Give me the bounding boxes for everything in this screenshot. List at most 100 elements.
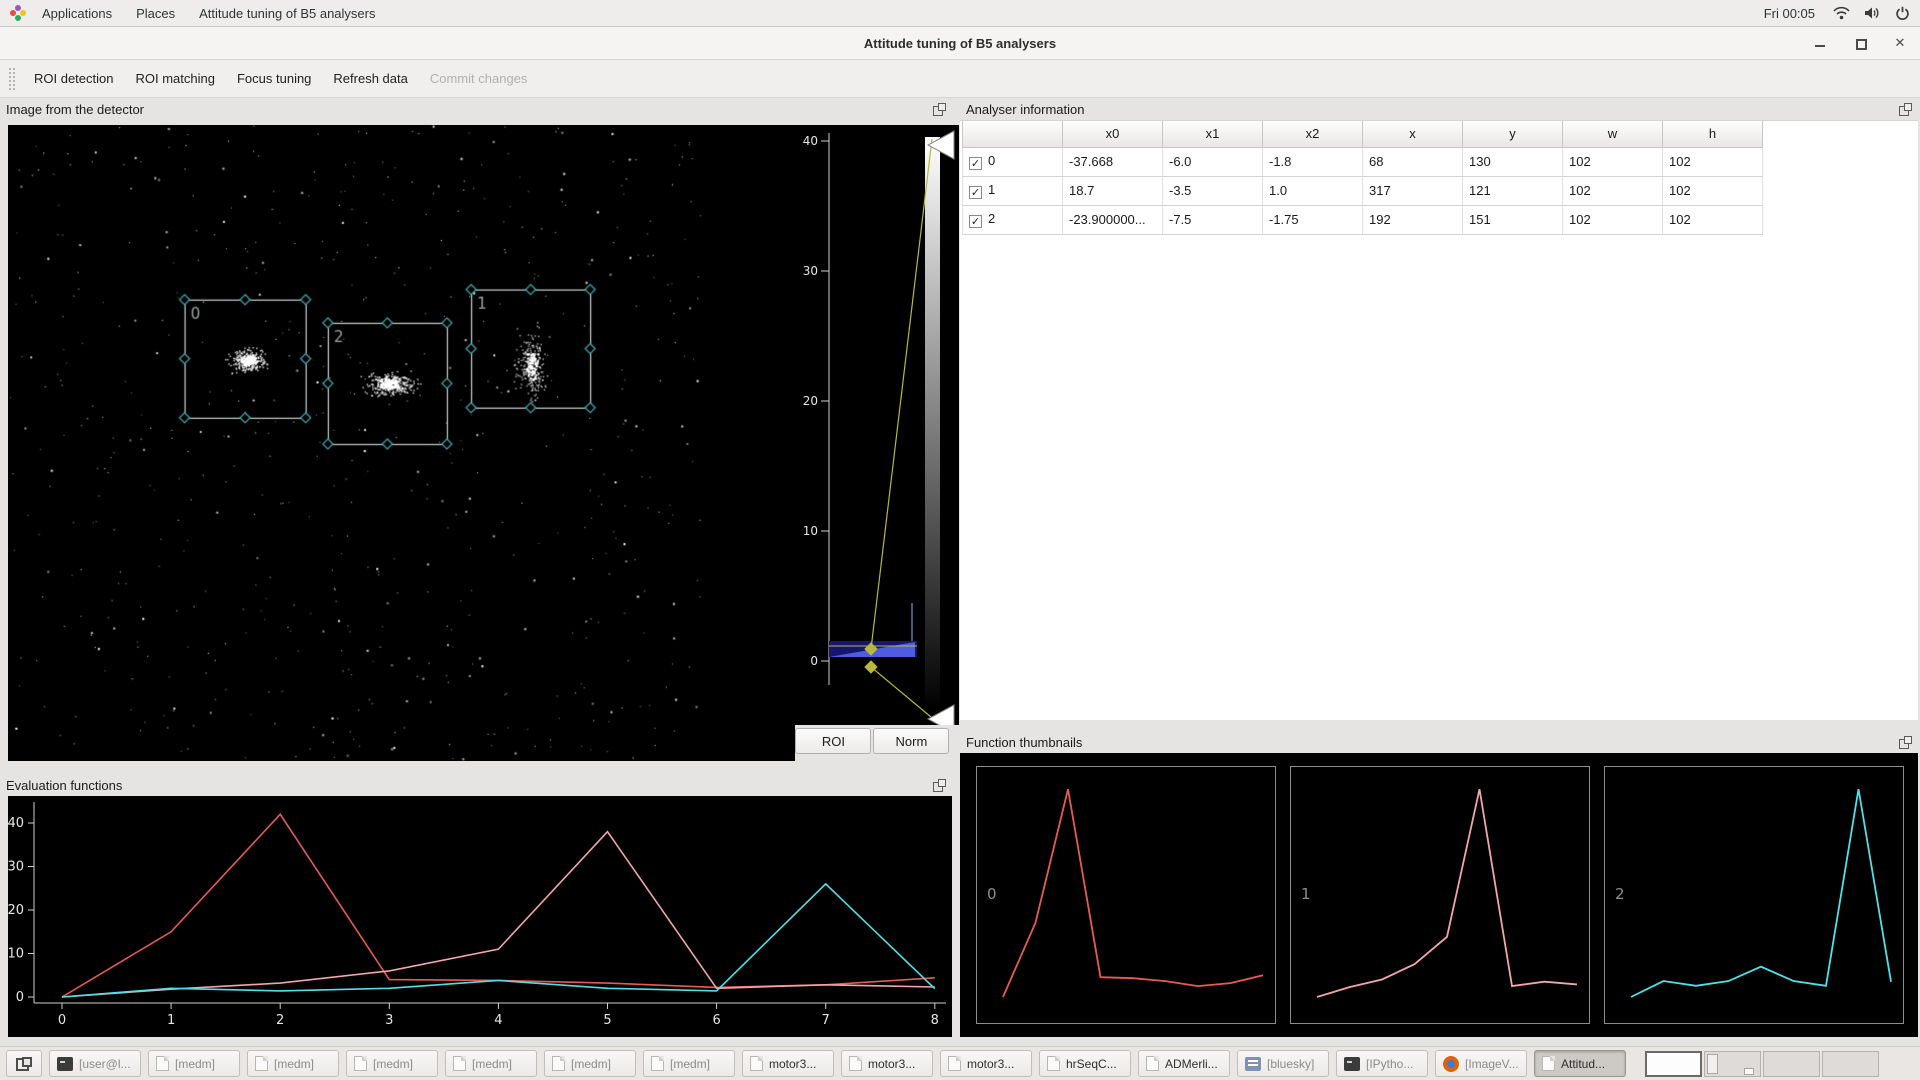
workspace-cell-2[interactable] — [1704, 1051, 1761, 1077]
table-row[interactable]: ✓118.7-3.51.0317121102102 — [963, 176, 1763, 205]
table-header-y[interactable]: y — [1463, 121, 1563, 147]
svg-text:30: 30 — [803, 264, 818, 278]
table-cell[interactable]: 102 — [1563, 205, 1663, 234]
table-cell[interactable]: -1.75 — [1263, 205, 1363, 234]
row-checkbox[interactable]: ✓ — [969, 215, 982, 228]
task-button-medm[interactable]: [medm] — [643, 1050, 735, 1077]
table-header-select[interactable] — [963, 121, 1063, 147]
task-button-medm[interactable]: [medm] — [445, 1050, 537, 1077]
table-cell[interactable]: 102 — [1563, 176, 1663, 205]
table-row[interactable]: ✓0-37.668-6.0-1.868130102102 — [963, 147, 1763, 176]
function-thumbnail-0[interactable]: 0 — [976, 766, 1276, 1024]
task-button-bluesky[interactable]: [bluesky] — [1237, 1050, 1329, 1077]
float-panel-icon[interactable] — [1899, 103, 1912, 116]
table-header-x[interactable]: x — [1363, 121, 1463, 147]
window-list-taskbar: [user@l... [medm] [medm] [medm] [medm] [medm]… — [0, 1046, 1920, 1080]
svg-text:10: 10 — [8, 947, 24, 962]
row-checkbox[interactable]: ✓ — [969, 186, 982, 199]
norm-button[interactable]: Norm — [873, 728, 949, 754]
task-button-motor3[interactable]: motor3... — [841, 1050, 933, 1077]
firefox-icon — [1443, 1056, 1459, 1072]
task-button-motor3[interactable]: motor3... — [940, 1050, 1032, 1077]
row-select-cell[interactable]: ✓0 — [963, 147, 1063, 176]
table-cell[interactable]: 1.0 — [1263, 176, 1363, 205]
task-button-admerli[interactable]: ADMerli... — [1138, 1050, 1230, 1077]
workspace-cell-3[interactable] — [1763, 1051, 1820, 1077]
analyser-table-area: x0x1x2xywh ✓0-37.668-6.0-1.868130102102✓… — [960, 120, 1918, 720]
evaluation-plot[interactable]: 012345678010203040 — [8, 796, 952, 1037]
function-thumbnail-2[interactable]: 2 — [1604, 766, 1904, 1024]
table-cell[interactable]: 102 — [1663, 176, 1763, 205]
task-button-imagev[interactable]: [ImageV... — [1435, 1050, 1527, 1077]
toolbar-button-roi-detection[interactable]: ROI detection — [23, 66, 125, 91]
row-checkbox[interactable]: ✓ — [969, 157, 982, 170]
table-cell[interactable]: -3.5 — [1163, 176, 1263, 205]
gnome-logo-icon[interactable] — [10, 5, 26, 21]
table-cell[interactable]: -7.5 — [1163, 205, 1263, 234]
row-select-cell[interactable]: ✓1 — [963, 176, 1063, 205]
table-cell[interactable]: 317 — [1363, 176, 1463, 205]
detector-image-view[interactable] — [8, 125, 795, 761]
levels-histogram[interactable]: 010203040 — [795, 125, 959, 725]
page-icon — [948, 1056, 961, 1071]
task-button-ipytho[interactable]: [IPytho... — [1336, 1050, 1428, 1077]
table-cell[interactable]: 18.7 — [1063, 176, 1163, 205]
power-icon[interactable] — [1895, 6, 1910, 21]
float-panel-icon[interactable] — [933, 779, 946, 792]
wifi-icon[interactable] — [1833, 6, 1850, 20]
workspace-cell-4[interactable] — [1822, 1051, 1879, 1077]
task-button-hrseqc[interactable]: hrSeqC... — [1039, 1050, 1131, 1077]
table-cell[interactable]: 102 — [1563, 147, 1663, 176]
table-header-x2[interactable]: x2 — [1263, 121, 1363, 147]
thumbnail-label: 0 — [987, 885, 997, 903]
maximize-button[interactable] — [1854, 37, 1866, 49]
table-cell[interactable]: 68 — [1363, 147, 1463, 176]
task-button-attitud[interactable]: Attitud... — [1534, 1050, 1626, 1077]
table-header-w[interactable]: w — [1563, 121, 1663, 147]
float-panel-icon[interactable] — [1899, 736, 1912, 749]
volume-icon[interactable] — [1864, 6, 1881, 20]
minimize-button[interactable] — [1814, 37, 1826, 49]
toolbar-drag-handle[interactable] — [8, 67, 15, 91]
window-titlebar[interactable]: Attitude tuning of B5 analysers ✕ — [0, 27, 1920, 60]
task-button-medm[interactable]: [medm] — [346, 1050, 438, 1077]
toolbar-button-roi-matching[interactable]: ROI matching — [125, 66, 226, 91]
svg-text:10: 10 — [803, 524, 818, 538]
roi-button[interactable]: ROI — [795, 728, 871, 754]
toolbar-button-focus-tuning[interactable]: Focus tuning — [226, 66, 322, 91]
table-cell[interactable]: 130 — [1463, 147, 1563, 176]
table-cell[interactable]: -6.0 — [1163, 147, 1263, 176]
panel-thumbs-titlebar: Function thumbnails — [960, 731, 1918, 753]
close-button[interactable]: ✕ — [1894, 37, 1906, 49]
table-cell[interactable]: -37.668 — [1063, 147, 1163, 176]
menu-applications[interactable]: Applications — [30, 6, 124, 21]
svg-text:3: 3 — [385, 1013, 393, 1028]
table-cell[interactable]: 102 — [1663, 205, 1763, 234]
task-button-motor3[interactable]: motor3... — [742, 1050, 834, 1077]
task-button-medm[interactable]: [medm] — [148, 1050, 240, 1077]
table-header-x1[interactable]: x1 — [1163, 121, 1263, 147]
task-button-userl[interactable]: [user@l... — [49, 1050, 141, 1077]
row-select-cell[interactable]: ✓2 — [963, 205, 1063, 234]
menu-current-app[interactable]: Attitude tuning of B5 analysers — [187, 6, 387, 21]
table-cell[interactable]: -1.8 — [1263, 147, 1363, 176]
task-button-medm[interactable]: [medm] — [544, 1050, 636, 1077]
table-header-x0[interactable]: x0 — [1063, 121, 1163, 147]
terminal-blue-icon — [1245, 1057, 1261, 1071]
menu-places[interactable]: Places — [124, 6, 187, 21]
svg-text:30: 30 — [8, 860, 24, 875]
table-header-h[interactable]: h — [1663, 121, 1763, 147]
task-button-window-layout[interactable] — [6, 1050, 42, 1077]
table-cell[interactable]: 102 — [1663, 147, 1763, 176]
table-cell[interactable]: 121 — [1463, 176, 1563, 205]
float-panel-icon[interactable] — [933, 103, 946, 116]
toolbar-button-refresh-data[interactable]: Refresh data — [322, 66, 418, 91]
task-button-medm[interactable]: [medm] — [247, 1050, 339, 1077]
clock[interactable]: Fri 00:05 — [1764, 6, 1815, 21]
table-cell[interactable]: 192 — [1363, 205, 1463, 234]
table-cell[interactable]: 151 — [1463, 205, 1563, 234]
workspace-cell-1[interactable] — [1645, 1051, 1702, 1077]
function-thumbnail-1[interactable]: 1 — [1290, 766, 1590, 1024]
table-cell[interactable]: -23.900000... — [1063, 205, 1163, 234]
table-row[interactable]: ✓2-23.900000...-7.5-1.75192151102102 — [963, 205, 1763, 234]
